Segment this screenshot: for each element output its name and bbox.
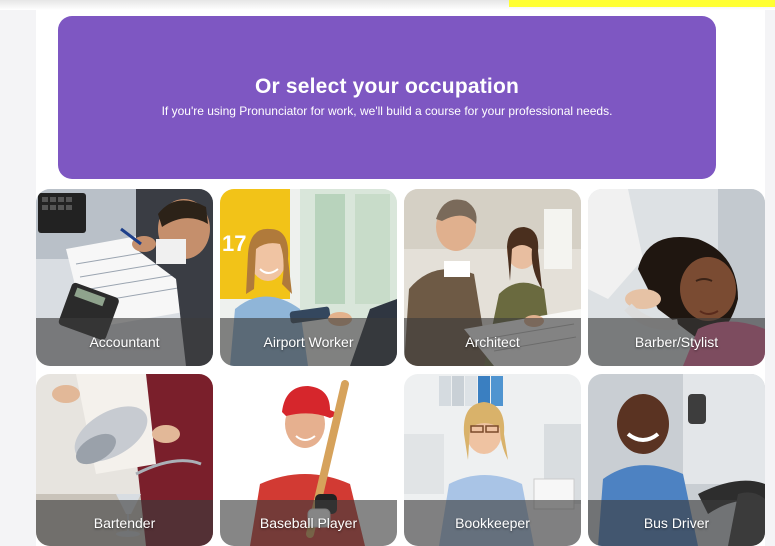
occupation-tile-airport-worker[interactable]: 17 Airport Worker — [220, 189, 397, 366]
occupation-label: Bookkeeper — [404, 500, 581, 546]
occupation-label: Baseball Player — [220, 500, 397, 546]
occupation-label: Airport Worker — [220, 318, 397, 366]
occupation-label: Bartender — [36, 500, 213, 546]
occupation-tile-architect[interactable]: Architect — [404, 189, 581, 366]
occupation-label: Barber/Stylist — [588, 318, 765, 366]
occupation-label: Bus Driver — [588, 500, 765, 546]
occupation-label: Architect — [404, 318, 581, 366]
top-highlight-bar — [509, 0, 775, 7]
banner-subtitle: If you're using Pronunciator for work, w… — [161, 104, 613, 118]
occupation-tile-bartender[interactable]: Bartender — [36, 374, 213, 546]
occupation-label: Accountant — [36, 318, 213, 366]
occupation-tile-barber-stylist[interactable]: Barber/Stylist — [588, 189, 765, 366]
svg-text:17: 17 — [222, 231, 246, 256]
right-margin — [765, 10, 775, 546]
occupation-tile-bookkeeper[interactable]: Bookkeeper — [404, 374, 581, 546]
occupation-banner: Or select your occupation If you're usin… — [58, 16, 716, 179]
occupation-grid: Accountant 17 Airport Worker Architect B… — [36, 189, 765, 546]
occupation-tile-accountant[interactable]: Accountant — [36, 189, 213, 366]
occupation-tile-bus-driver[interactable]: Bus Driver — [588, 374, 765, 546]
banner-title: Or select your occupation — [254, 75, 520, 98]
left-margin — [0, 10, 36, 546]
occupation-tile-baseball-player[interactable]: Baseball Player — [220, 374, 397, 546]
